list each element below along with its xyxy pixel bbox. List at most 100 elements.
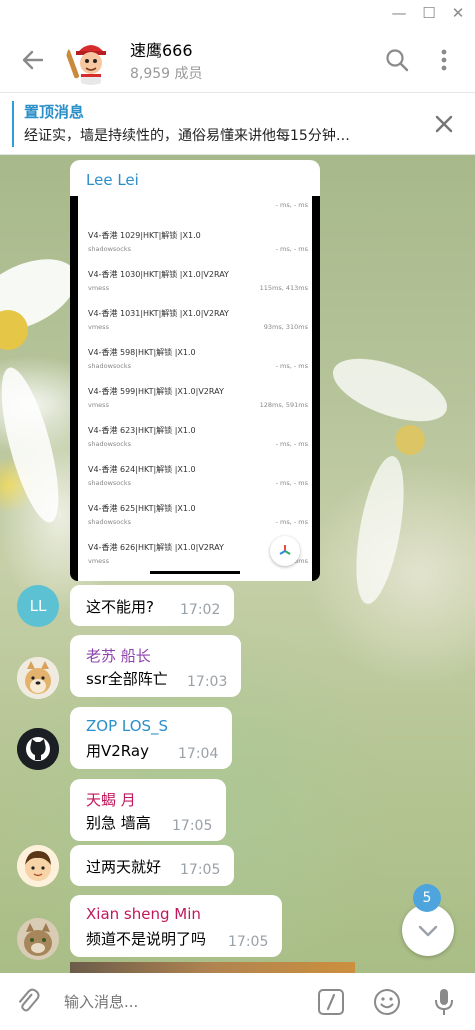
github-avatar-icon [17, 728, 59, 770]
doge-avatar-icon [17, 657, 59, 699]
search-icon [386, 49, 409, 72]
background-petal [325, 345, 455, 435]
proxy-name: V4-香港 625|HKT|解锁 |X1.0 [88, 504, 196, 513]
message-input-bar [0, 973, 475, 1030]
home-indicator [150, 571, 240, 574]
proxy-latency: - ms, - ms [275, 440, 308, 448]
slash-command-icon [318, 989, 344, 1015]
window-titlebar: — ☐ ✕ [0, 0, 475, 27]
microphone-icon [435, 989, 453, 1015]
back-button[interactable] [18, 45, 48, 75]
message-time: 17:02 [180, 602, 221, 618]
message-sender[interactable]: 天蝎 月 [86, 789, 136, 810]
proxy-name: V4-香港 1029|HKT|解锁 |X1.0 [88, 231, 201, 240]
message-bubble[interactable]: ZOP LOS_S 用V2Ray 17:04 [70, 707, 232, 769]
emoji-button[interactable] [372, 987, 402, 1017]
close-icon [435, 115, 453, 133]
message-text: ssr全部阵亡 [86, 670, 168, 688]
pinned-accent-bar [12, 101, 14, 147]
message-sender[interactable]: 老苏 船长 [86, 645, 151, 666]
proxy-row: shadowsocks - ms, - ms [88, 196, 308, 209]
image-fab [270, 536, 300, 566]
next-message-image-preview[interactable] [70, 962, 355, 973]
proxy-row: V4-香港 625|HKT|解锁 |X1.0 shadowsocks - ms, -… [88, 503, 308, 526]
message-bubble[interactable]: 这不能用? 17:02 [70, 585, 234, 626]
image-screenshot-content: shadowsocks- ms, - msV4-香港 1029|HKT|解锁 |… [78, 196, 312, 581]
minimize-button[interactable]: — [388, 4, 410, 22]
proxy-latency: - ms, - ms [275, 201, 308, 209]
proxy-name: V4-香港 1030|HKT|解锁 |X1.0|V2RAY [88, 270, 229, 279]
proxy-name: V4-香港 598|HKT|解锁 |X1.0 [88, 348, 196, 357]
avatar[interactable] [17, 657, 59, 699]
group-avatar[interactable] [66, 35, 116, 85]
back-arrow-icon [22, 50, 44, 70]
voice-record-button[interactable] [430, 987, 458, 1017]
message-bubble[interactable]: Xian sheng Min 频道不是说明了吗 17:05 [70, 895, 282, 957]
bot-commands-button[interactable] [317, 988, 345, 1016]
background-flower-center [395, 425, 425, 455]
message-time: 17:05 [180, 862, 221, 878]
background-petal [347, 452, 413, 608]
proxy-row: V4-香港 599|HKT|解锁 |X1.0|V2RAY vmess 128ms, … [88, 386, 308, 409]
proxy-row: V4-香港 624|HKT|解锁 |X1.0 shadowsocks - ms, -… [88, 464, 308, 487]
message-text: 过两天就好 [86, 858, 162, 876]
cartoon-boy-avatar-icon [17, 845, 59, 887]
proxy-latency: - ms, - ms [275, 479, 308, 487]
message-text: 频道不是说明了吗 [86, 930, 207, 948]
proxy-name: V4-香港 624|HKT|解锁 |X1.0 [88, 465, 196, 474]
message-input[interactable] [64, 990, 294, 1014]
proxy-row: V4-香港 1030|HKT|解锁 |X1.0|V2RAY vmess 115ms,… [88, 269, 308, 292]
proxy-latency: 128ms, 591ms [259, 401, 308, 409]
close-pinned-button[interactable] [432, 112, 456, 136]
image-message-header: Lee Lei [70, 160, 320, 200]
message-sender[interactable]: ZOP LOS_S [86, 717, 168, 735]
proxy-name: V4-香港 599|HKT|解锁 |X1.0|V2RAY [88, 387, 224, 396]
proxy-latency: - ms, - ms [275, 245, 308, 253]
message-time: 17:03 [187, 674, 228, 690]
message-text: 用V2Ray [86, 742, 149, 760]
message-bubble[interactable]: 天蝎 月 别急 墙高 17:05 [70, 779, 226, 841]
proxy-row: V4-香港 598|HKT|解锁 |X1.0 shadowsocks - ms, -… [88, 347, 308, 370]
message-bubble[interactable]: 老苏 船长 ssr全部阵亡 17:03 [70, 635, 241, 697]
message-time: 17:04 [178, 746, 219, 762]
proxy-name: V4-香港 1031|HKT|解锁 |X1.0|V2RAY [88, 309, 229, 318]
message-time: 17:05 [172, 818, 213, 834]
proxy-latency: - ms, - ms [275, 518, 308, 526]
attach-button[interactable] [14, 987, 42, 1015]
message-text: 别急 墙高 [86, 814, 151, 832]
message-time: 17:05 [228, 934, 269, 950]
chat-title: 速鹰666 [130, 41, 193, 60]
close-window-button[interactable]: ✕ [447, 4, 469, 22]
cat-avatar-icon [17, 918, 59, 960]
unread-count-badge: 5 [413, 884, 441, 912]
proxy-row: V4-香港 1029|HKT|解锁 |X1.0 shadowsocks - ms, … [88, 230, 308, 253]
proxy-name: V4-香港 623|HKT|解锁 |X1.0 [88, 426, 196, 435]
avatar[interactable] [17, 918, 59, 960]
pinned-text: 经证实，墙是持续性的，通俗易懂来讲他每15分钟… [24, 128, 350, 144]
paperclip-icon [19, 988, 40, 1012]
proxy-type: shadowsocks [88, 196, 308, 198]
pinwheel-icon [279, 545, 291, 555]
proxy-row: V4-香港 623|HKT|解锁 |X1.0 shadowsocks - ms, -… [88, 425, 308, 448]
chat-header: 速鹰666 8,959 成员 [0, 27, 475, 93]
smiley-icon [374, 989, 400, 1015]
message-sender[interactable]: Lee Lei [86, 171, 139, 189]
more-vertical-icon [441, 49, 447, 71]
search-button[interactable] [384, 47, 410, 73]
avatar[interactable]: LL [17, 585, 59, 627]
background-petal [0, 362, 71, 528]
message-sender[interactable]: Xian sheng Min [86, 905, 201, 923]
message-text: 这不能用? [86, 598, 154, 616]
more-menu-button[interactable] [434, 45, 454, 75]
proxy-row: V4-香港 1031|HKT|解锁 |X1.0|V2RAY vmess 93ms, … [88, 308, 308, 331]
pinned-title: 置顶消息 [24, 103, 85, 121]
avatar[interactable] [17, 728, 59, 770]
avatar[interactable] [17, 845, 59, 887]
proxy-latency: - ms, - ms [275, 362, 308, 370]
proxy-latency: 93ms, 310ms [263, 323, 308, 331]
maximize-button[interactable]: ☐ [418, 4, 440, 22]
message-image[interactable]: shadowsocks- ms, - msV4-香港 1029|HKT|解锁 |… [70, 196, 320, 581]
member-count: 8,959 成员 [130, 66, 203, 82]
message-bubble[interactable]: 过两天就好 17:05 [70, 845, 234, 886]
pinned-message[interactable]: 置顶消息 经证实，墙是持续性的，通俗易懂来讲他每15分钟… [0, 94, 475, 155]
